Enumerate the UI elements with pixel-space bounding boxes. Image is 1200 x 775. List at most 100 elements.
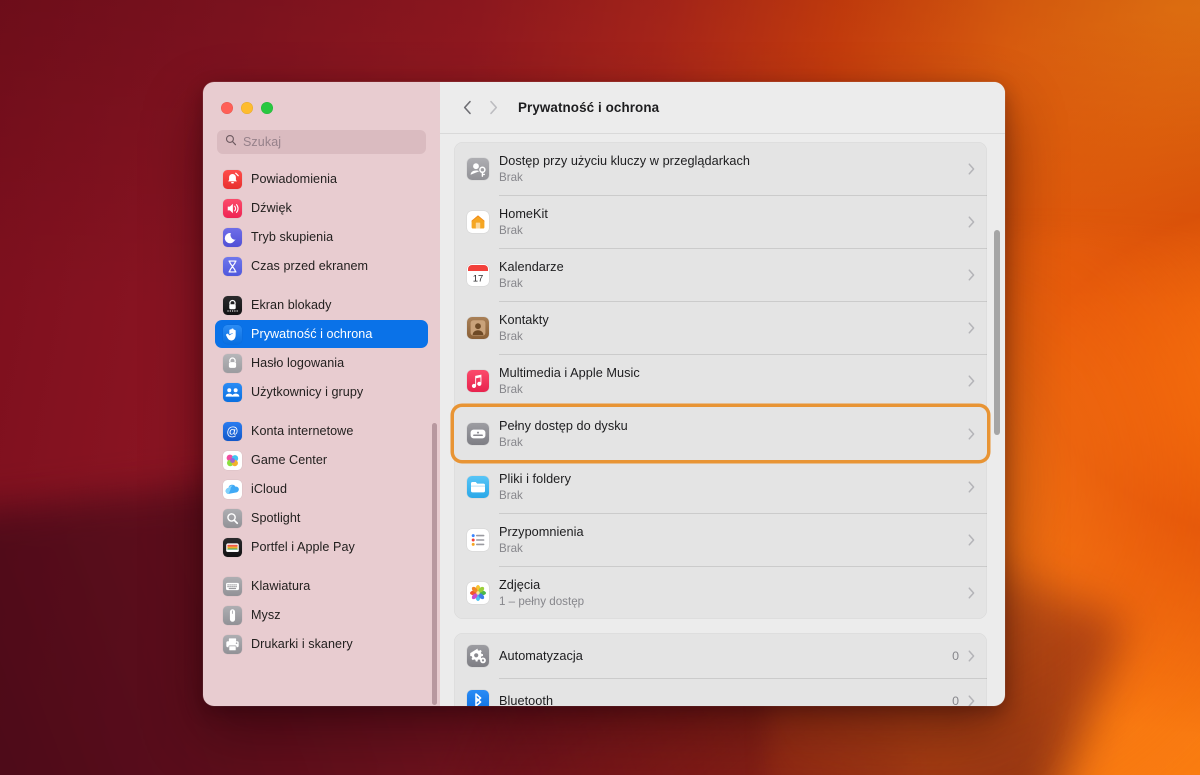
passkey-access-icon — [467, 157, 489, 180]
mouse-icon — [223, 605, 242, 625]
sidebar-item-label: Game Center — [251, 453, 328, 467]
sidebar-group-3: @ Konta internetowe Game Center iCloud S… — [215, 417, 428, 572]
row-title: Automatyzacja — [499, 648, 583, 663]
minimize-button[interactable] — [241, 102, 253, 114]
chevron-right-icon — [968, 374, 975, 387]
screen-time-icon — [223, 256, 242, 276]
full-disk-access-icon — [467, 422, 489, 445]
chevron-right-icon — [489, 100, 497, 115]
table-row[interactable]: Multimedia i Apple Music Brak — [454, 354, 987, 407]
files-folders-icon — [467, 475, 489, 498]
table-row[interactable]: Kontakty Brak — [454, 301, 987, 354]
sidebar: Szukaj Powiadomienia Dźwięk Tryb skupien… — [203, 82, 440, 706]
row-subtitle: Brak — [499, 541, 523, 555]
table-row[interactable]: Pliki i foldery Brak — [454, 460, 987, 513]
row-count: 0 — [952, 693, 959, 707]
chevron-right-icon — [968, 694, 975, 706]
sidebar-item-spotlight[interactable]: Spotlight — [215, 504, 428, 532]
maximize-button[interactable] — [261, 102, 273, 114]
chevron-right-icon — [968, 533, 975, 546]
sidebar-scrollbar[interactable] — [432, 423, 437, 705]
privacy-hand-icon — [223, 324, 242, 344]
close-button[interactable] — [221, 102, 233, 114]
permissions-card: Dostęp przy użyciu kluczy w przeglądarka… — [454, 142, 987, 619]
spotlight-icon — [223, 508, 242, 528]
sidebar-item-label: Tryb skupienia — [251, 230, 334, 244]
sidebar-item-label: Portfel i Apple Pay — [251, 540, 355, 554]
sidebar-item-tryb-skupienia[interactable]: Tryb skupienia — [215, 223, 428, 251]
game-center-icon — [223, 450, 242, 470]
search-input[interactable]: Szukaj — [217, 130, 426, 154]
row-title: Kalendarze — [499, 259, 564, 274]
sidebar-item-konta-internetowe[interactable]: @ Konta internetowe — [215, 417, 428, 445]
sidebar-item-dzwiek[interactable]: Dźwięk — [215, 194, 428, 222]
sidebar-item-game-center[interactable]: Game Center — [215, 446, 428, 474]
password-lock-icon — [223, 353, 242, 373]
sidebar-item-klawiatura[interactable]: Klawiatura — [215, 572, 428, 600]
sidebar-item-label: Mysz — [251, 608, 281, 622]
row-title: Bluetooth — [499, 693, 554, 707]
traffic-lights — [217, 98, 426, 114]
sidebar-item-drukarki-i-skanery[interactable]: Drukarki i skanery — [215, 630, 428, 658]
row-texts: Multimedia i Apple Music Brak — [499, 365, 968, 397]
sidebar-item-label: Drukarki i skanery — [251, 637, 353, 651]
row-texts: Kalendarze Brak — [499, 259, 968, 291]
wallet-icon — [223, 537, 242, 557]
table-row[interactable]: 17 Kalendarze Brak — [454, 248, 987, 301]
table-row[interactable]: Automatyzacja 0 — [454, 633, 987, 678]
chevron-right-icon — [968, 215, 975, 228]
row-subtitle: Brak — [499, 329, 523, 343]
table-row-full-disk-access[interactable]: Pełny dostęp do dysku Brak — [454, 407, 987, 460]
content-scrollbar[interactable] — [994, 230, 1000, 435]
table-row[interactable]: Przypomnienia Brak — [454, 513, 987, 566]
sidebar-item-prywatnosc-i-ochrona[interactable]: Prywatność i ochrona — [215, 320, 428, 348]
sound-icon — [223, 198, 242, 218]
table-row[interactable]: Bluetooth 0 — [454, 678, 987, 706]
table-row[interactable]: HomeKit Brak — [454, 195, 987, 248]
sidebar-item-label: Dźwięk — [251, 201, 292, 215]
chevron-right-icon — [968, 268, 975, 281]
sidebar-item-ekran-blokady[interactable]: Ekran blokady — [215, 291, 428, 319]
services-card: Automatyzacja 0 Bluetooth 0 — [454, 633, 987, 706]
content-pane: Prywatność i ochrona Dostęp przy użyciu … — [440, 82, 1005, 706]
settings-scroll-area[interactable]: Dostęp przy użyciu kluczy w przeglądarka… — [440, 134, 1005, 706]
homekit-icon — [467, 210, 489, 233]
forward-button[interactable] — [480, 95, 506, 121]
sidebar-group-2: Ekran blokady Prywatność i ochrona Hasło… — [215, 291, 428, 417]
sidebar-item-label: Prywatność i ochrona — [251, 327, 373, 341]
row-subtitle: Brak — [499, 488, 523, 502]
sidebar-item-portfel-i-apple-pay[interactable]: Portfel i Apple Pay — [215, 533, 428, 561]
row-texts: Pełny dostęp do dysku Brak — [499, 418, 968, 450]
sidebar-item-label: Hasło logowania — [251, 356, 345, 370]
row-title: Przypomnienia — [499, 524, 584, 539]
printer-icon — [223, 634, 242, 654]
back-button[interactable] — [454, 95, 480, 121]
calendar-icon: 17 — [467, 263, 489, 286]
automation-icon — [467, 644, 489, 667]
system-settings-window: Szukaj Powiadomienia Dźwięk Tryb skupien… — [203, 82, 1005, 706]
row-texts: Pliki i foldery Brak — [499, 471, 968, 503]
sidebar-item-mysz[interactable]: Mysz — [215, 601, 428, 629]
sidebar-item-haslo-logowania[interactable]: Hasło logowania — [215, 349, 428, 377]
sidebar-item-label: Powiadomienia — [251, 172, 338, 186]
row-texts: HomeKit Brak — [499, 206, 968, 238]
photos-icon — [467, 581, 489, 604]
sidebar-item-label: Spotlight — [251, 511, 301, 525]
row-subtitle: Brak — [499, 382, 523, 396]
lock-screen-icon — [223, 295, 242, 315]
sidebar-item-czas-przed-ekranem[interactable]: Czas przed ekranem — [215, 252, 428, 280]
row-title: Kontakty — [499, 312, 549, 327]
sidebar-item-powiadomienia[interactable]: Powiadomienia — [215, 165, 428, 193]
svg-text:@: @ — [226, 424, 238, 438]
sidebar-item-uzytkownicy-i-grupy[interactable]: Użytkownicy i grupy — [215, 378, 428, 406]
table-row[interactable]: Dostęp przy użyciu kluczy w przeglądarka… — [454, 142, 987, 195]
table-row[interactable]: Zdjęcia 1 – pełny dostęp — [454, 566, 987, 619]
chevron-right-icon — [968, 427, 975, 440]
sidebar-group-4: Klawiatura Mysz Drukarki i skanery — [215, 572, 428, 669]
row-texts: Zdjęcia 1 – pełny dostęp — [499, 577, 968, 609]
sidebar-scroll-area[interactable]: Powiadomienia Dźwięk Tryb skupienia Czas… — [203, 163, 440, 706]
row-texts: Kontakty Brak — [499, 312, 968, 344]
sidebar-item-icloud[interactable]: iCloud — [215, 475, 428, 503]
row-subtitle: Brak — [499, 276, 523, 290]
music-icon — [467, 369, 489, 392]
